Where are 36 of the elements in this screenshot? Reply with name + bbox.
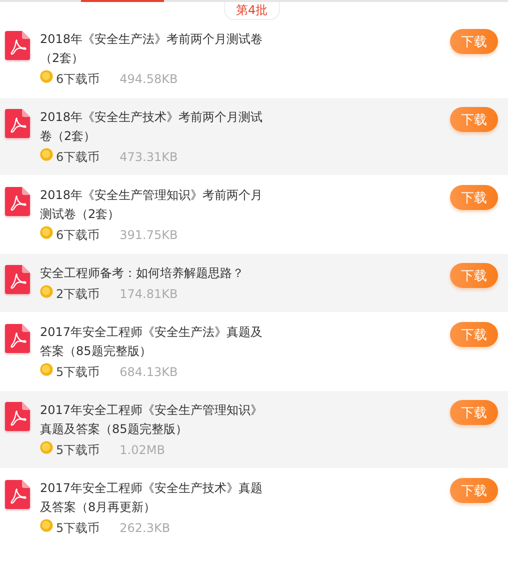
- coin-price: 6下载币: [56, 149, 100, 166]
- file-size: 684.13KB: [120, 364, 178, 381]
- file-size: 262.3KB: [120, 520, 170, 537]
- file-size: 391.75KB: [120, 227, 178, 244]
- file-title[interactable]: 2018年《安全生产技术》考前两个月测试卷（2套）: [40, 108, 272, 146]
- coin-icon: [40, 70, 53, 82]
- coin-price: 6下载币: [56, 227, 100, 244]
- file-title[interactable]: 2018年《安全生产管理知识》考前两个月测试卷（2套）: [40, 186, 272, 224]
- file-title[interactable]: 2017年安全工程师《安全生产技术》真题及答案（8月再更新）: [40, 479, 272, 517]
- file-size: 174.81KB: [120, 286, 178, 303]
- file-title[interactable]: 安全工程师备考：如何培养解题思路？: [40, 264, 272, 283]
- coin-price: 5下载币: [56, 520, 100, 537]
- pdf-icon: [5, 324, 30, 353]
- pdf-icon: [5, 480, 30, 509]
- coin-icon: [40, 226, 53, 238]
- file-size: 494.58KB: [120, 71, 178, 88]
- coin-price: 6下载币: [56, 71, 100, 88]
- pdf-icon: [5, 265, 30, 294]
- coin-price: 2下载币: [56, 286, 100, 303]
- file-title[interactable]: 2017年安全工程师《安全生产法》真题及答案（85题完整版）: [40, 323, 272, 361]
- coin-icon: [40, 362, 53, 376]
- pdf-icon: [5, 402, 30, 431]
- coin-icon: [40, 148, 53, 160]
- pdf-icon: [5, 109, 30, 138]
- file-title[interactable]: 2018年《安全生产法》考前两个月测试卷（2套）: [40, 30, 272, 68]
- coin-price: 5下载币: [56, 442, 100, 459]
- pdf-icon: [5, 31, 30, 60]
- file-title[interactable]: 2017年安全工程师《安全生产管理知识》真题及答案（85题完整版）: [40, 401, 272, 439]
- file-size: 473.31KB: [120, 149, 178, 166]
- coin-icon: [40, 518, 53, 532]
- coin-icon: [40, 440, 53, 454]
- pdf-icon: [5, 187, 30, 216]
- batch-label: 第4批: [224, 2, 280, 20]
- file-size: 1.02MB: [120, 442, 165, 459]
- coin-icon: [40, 284, 53, 298]
- coin-price: 5下载币: [56, 364, 100, 381]
